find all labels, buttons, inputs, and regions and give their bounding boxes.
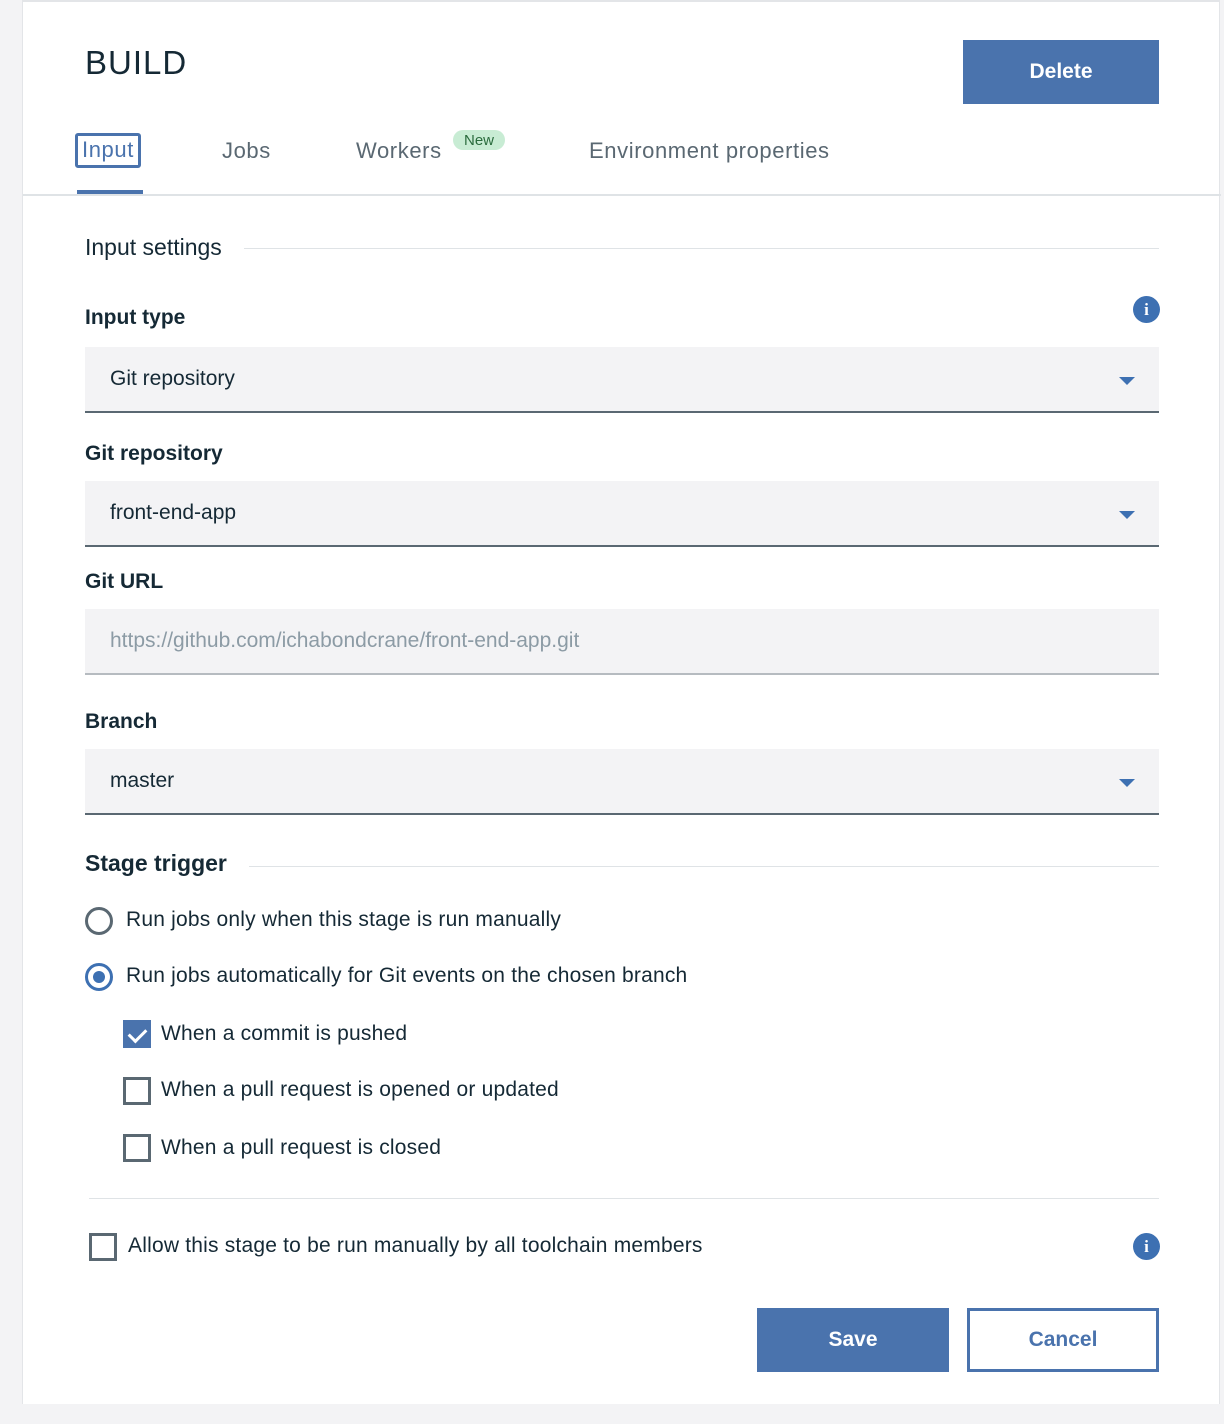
branch-select[interactable]: master <box>85 749 1159 815</box>
tabs-divider <box>23 194 1221 196</box>
checkbox-commit-pushed[interactable] <box>123 1020 151 1048</box>
git-url-field[interactable]: https://github.com/ichabondcrane/front-e… <box>85 609 1159 675</box>
git-repository-select[interactable]: front-end-app <box>85 481 1159 547</box>
tab-environment-properties[interactable]: Environment properties <box>589 138 830 164</box>
branch-label: Branch <box>85 710 158 733</box>
info-icon[interactable]: i <box>1133 1233 1160 1260</box>
radio-manual[interactable] <box>85 907 113 935</box>
git-repository-value: front-end-app <box>110 501 237 524</box>
radio-manual-label: Run jobs only when this stage is run man… <box>126 908 562 931</box>
stage-trigger-heading: Stage trigger <box>85 850 249 877</box>
tab-workers[interactable]: Workers <box>356 138 442 164</box>
page-title: BUILD <box>85 44 188 81</box>
chevron-down-icon <box>1119 511 1135 519</box>
input-type-value: Git repository <box>110 367 235 390</box>
git-url-value: https://github.com/ichabondcrane/front-e… <box>110 629 580 652</box>
branch-value: master <box>110 769 175 792</box>
section-rule <box>85 248 1159 249</box>
checkbox-pr-opened-label: When a pull request is opened or updated <box>161 1078 559 1101</box>
git-url-label: Git URL <box>85 570 164 593</box>
input-type-label: Input type <box>85 306 186 329</box>
git-repository-label: Git repository <box>85 442 223 465</box>
radio-automatic-label: Run jobs automatically for Git events on… <box>126 964 688 987</box>
checkbox-allow-manual-label: Allow this stage to be run manually by a… <box>128 1234 703 1257</box>
checkbox-commit-pushed-label: When a commit is pushed <box>161 1022 408 1045</box>
tab-input[interactable]: Input <box>75 133 141 168</box>
chevron-down-icon <box>1119 377 1135 385</box>
checkbox-allow-manual[interactable] <box>89 1233 117 1261</box>
checkbox-pr-opened[interactable] <box>123 1077 151 1105</box>
checkbox-pr-closed[interactable] <box>123 1134 151 1162</box>
cancel-button[interactable]: Cancel <box>967 1308 1159 1372</box>
info-icon[interactable]: i <box>1133 296 1160 323</box>
chevron-down-icon <box>1119 779 1135 787</box>
save-button[interactable]: Save <box>757 1308 949 1372</box>
divider <box>89 1198 1159 1199</box>
input-type-select[interactable]: Git repository <box>85 347 1159 413</box>
radio-automatic[interactable] <box>85 963 113 991</box>
checkbox-pr-closed-label: When a pull request is closed <box>161 1136 442 1159</box>
delete-button[interactable]: Delete <box>963 40 1159 104</box>
new-badge: New <box>453 130 505 150</box>
input-settings-heading: Input settings <box>85 234 244 261</box>
stage-config-panel: BUILD Delete Input Jobs Workers New Envi… <box>22 0 1221 1404</box>
tab-jobs[interactable]: Jobs <box>222 138 271 164</box>
